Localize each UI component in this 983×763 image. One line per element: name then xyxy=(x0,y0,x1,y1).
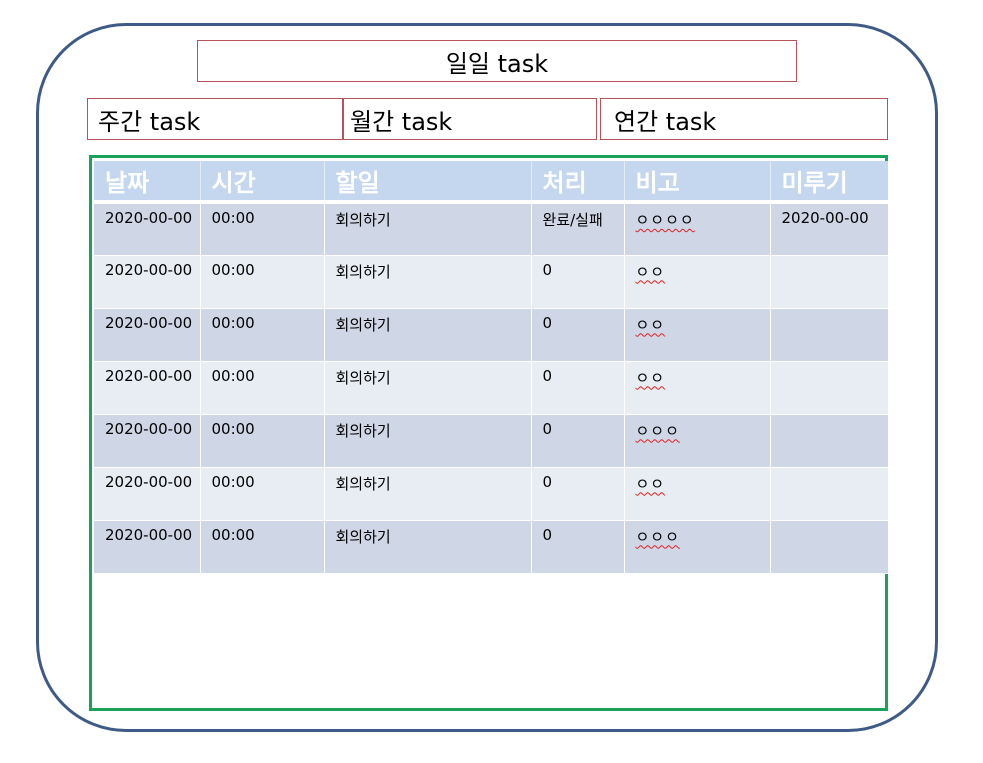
table-row[interactable]: 2020-00-00 00:00 회의하기 0 ㅇㅇㅇ xyxy=(94,520,888,574)
tab-daily[interactable]: 일일 task xyxy=(197,40,797,82)
cell-status: 0 xyxy=(531,255,625,309)
note-text: ㅇㅇ xyxy=(635,262,666,281)
cell-todo: 회의하기 xyxy=(324,520,532,574)
note-text: ㅇㅇㅇ xyxy=(635,421,680,440)
cell-time: 00:00 xyxy=(200,255,325,309)
header-date: 날짜 xyxy=(94,161,201,204)
cell-postpone: 2020-00-00 xyxy=(770,202,888,256)
header-status: 처리 xyxy=(531,161,625,204)
cell-postpone xyxy=(770,255,888,309)
cell-postpone xyxy=(770,361,888,415)
table-row[interactable]: 2020-00-00 00:00 회의하기 완료/실패 ㅇㅇㅇㅇ 2020-00… xyxy=(94,202,888,256)
cell-date: 2020-00-00 xyxy=(94,467,201,521)
cell-postpone xyxy=(770,414,888,468)
header-time: 시간 xyxy=(200,161,325,204)
cell-date: 2020-00-00 xyxy=(94,255,201,309)
cell-time: 00:00 xyxy=(200,467,325,521)
cell-time: 00:00 xyxy=(200,202,325,256)
note-text: ㅇㅇㅇㅇ xyxy=(635,211,695,229)
cell-status: 0 xyxy=(531,361,625,415)
cell-date: 2020-00-00 xyxy=(94,361,201,415)
note-text: ㅇㅇ xyxy=(635,474,666,493)
tab-yearly[interactable]: 연간 task xyxy=(600,98,888,140)
cell-todo: 회의하기 xyxy=(324,414,532,468)
cell-postpone xyxy=(770,467,888,521)
cell-status: 0 xyxy=(531,520,625,574)
task-table: 날짜 시간 할일 처리 비고 미루기 2020-00-00 00:00 회의하기… xyxy=(94,161,888,574)
cell-postpone xyxy=(770,520,888,574)
cell-note: ㅇㅇ xyxy=(624,361,771,415)
note-text: ㅇㅇ xyxy=(635,368,666,387)
tab-monthly[interactable]: 월간 task xyxy=(343,98,597,140)
header-note: 비고 xyxy=(624,161,771,204)
cell-time: 00:00 xyxy=(200,414,325,468)
task-board: 날짜 시간 할일 처리 비고 미루기 2020-00-00 00:00 회의하기… xyxy=(89,155,888,711)
cell-date: 2020-00-00 xyxy=(94,414,201,468)
cell-status: 0 xyxy=(531,467,625,521)
table-header-row: 날짜 시간 할일 처리 비고 미루기 xyxy=(94,161,888,204)
cell-note: ㅇㅇㅇㅇ xyxy=(624,202,771,256)
cell-note: ㅇㅇ xyxy=(624,255,771,309)
table-row[interactable]: 2020-00-00 00:00 회의하기 0 ㅇㅇ xyxy=(94,467,888,521)
table-row[interactable]: 2020-00-00 00:00 회의하기 0 ㅇㅇㅇ xyxy=(94,414,888,468)
cell-note: ㅇㅇ xyxy=(624,467,771,521)
cell-date: 2020-00-00 xyxy=(94,520,201,574)
cell-status: 0 xyxy=(531,308,625,362)
cell-todo: 회의하기 xyxy=(324,361,532,415)
cell-note: ㅇㅇㅇ xyxy=(624,520,771,574)
note-text: ㅇㅇ xyxy=(635,315,666,334)
cell-postpone xyxy=(770,308,888,362)
cell-todo: 회의하기 xyxy=(324,308,532,362)
cell-date: 2020-00-00 xyxy=(94,308,201,362)
header-todo: 할일 xyxy=(324,161,532,204)
cell-todo: 회의하기 xyxy=(324,202,532,256)
table-row[interactable]: 2020-00-00 00:00 회의하기 0 ㅇㅇ xyxy=(94,308,888,362)
cell-time: 00:00 xyxy=(200,520,325,574)
header-postpone: 미루기 xyxy=(770,161,888,204)
cell-date: 2020-00-00 xyxy=(94,202,201,256)
note-text: ㅇㅇㅇ xyxy=(635,527,680,546)
cell-note: ㅇㅇ xyxy=(624,308,771,362)
table-row[interactable]: 2020-00-00 00:00 회의하기 0 ㅇㅇ xyxy=(94,255,888,309)
cell-status: 완료/실패 xyxy=(531,202,625,256)
cell-status: 0 xyxy=(531,414,625,468)
tab-weekly[interactable]: 주간 task xyxy=(87,98,343,140)
cell-time: 00:00 xyxy=(200,308,325,362)
cell-todo: 회의하기 xyxy=(324,467,532,521)
cell-time: 00:00 xyxy=(200,361,325,415)
cell-todo: 회의하기 xyxy=(324,255,532,309)
table-row[interactable]: 2020-00-00 00:00 회의하기 0 ㅇㅇ xyxy=(94,361,888,415)
cell-note: ㅇㅇㅇ xyxy=(624,414,771,468)
